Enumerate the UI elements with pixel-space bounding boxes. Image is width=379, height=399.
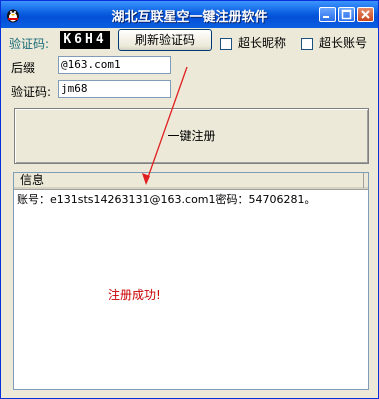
annotation-arrow [142,66,188,185]
app-window: 湖北互联星空一键注册软件 验证码: K6H4 刷新验证码 超长昵称 超长账号 后… [0,0,379,399]
